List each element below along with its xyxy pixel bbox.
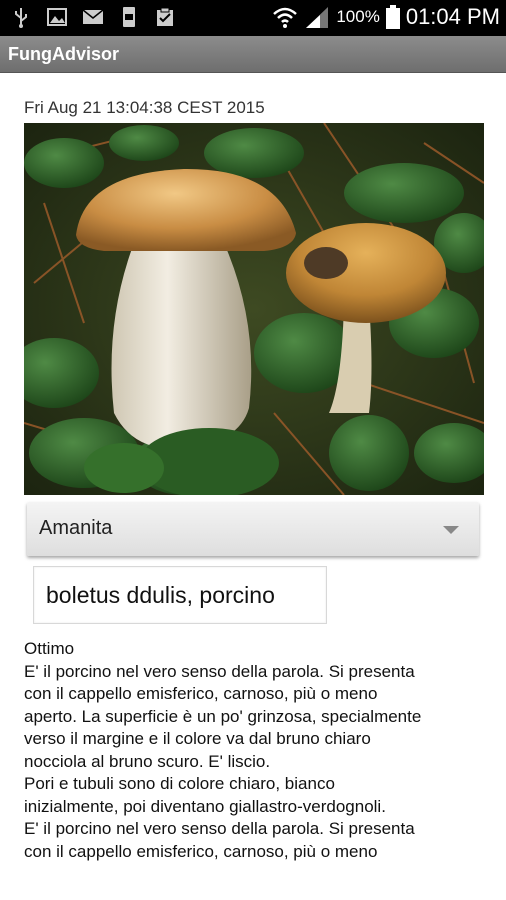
description-line: E' il porcino nel vero senso della parol… [24, 661, 415, 681]
description-line: Pori e tubuli sono di colore chiaro, bia… [24, 774, 335, 793]
battery-percentage: 100% [336, 7, 380, 26]
mushroom-image [24, 123, 484, 495]
status-bar: 100% 01:04 PM [0, 0, 506, 36]
timestamp-label: Fri Aug 21 13:04:38 CEST 2015 [24, 98, 265, 117]
description-line: inizialmente, poi diventano giallastro-v… [24, 796, 386, 816]
description-line: con il cappello emisferico, carnoso, più… [24, 841, 378, 861]
spinner-selected-value: Amanita [39, 517, 113, 539]
description-line: E' il porcino nel vero senso della parol… [24, 819, 415, 838]
description-line: aperto. La superficie è un po' grinzosa,… [24, 706, 422, 726]
signal-icon [306, 7, 329, 28]
description-line: con il cappello emisferico, carnoso, più… [24, 684, 378, 703]
clock: 01:04 PM [405, 4, 500, 29]
species-name-input[interactable] [34, 567, 326, 623]
wifi-icon [273, 7, 298, 28]
usb-icon [15, 8, 27, 28]
description-line: nocciola al bruno scuro. E' liscio. [24, 751, 271, 771]
mushroom-photo [24, 123, 484, 495]
system-indicators: 100% 01:04 PM [272, 4, 500, 30]
dropdown-arrow-icon [443, 526, 459, 534]
description-line: verso il margine e il colore va dal brun… [24, 729, 371, 748]
image-icon [47, 8, 67, 26]
action-bar: FungAdvisor [0, 36, 506, 73]
description-line: Ottimo [24, 639, 75, 658]
species-description: Ottimo E' il porcino nel vero senso dell… [24, 638, 494, 863]
clipboard-icon [157, 7, 173, 26]
battery-icon [385, 5, 400, 29]
storage-icon [123, 7, 135, 27]
app-title: FungAdvisor [8, 44, 119, 64]
notification-icons [10, 6, 176, 28]
mail-icon [82, 9, 104, 24]
genus-spinner[interactable]: Amanita [27, 502, 479, 556]
species-name-field[interactable] [33, 566, 327, 624]
